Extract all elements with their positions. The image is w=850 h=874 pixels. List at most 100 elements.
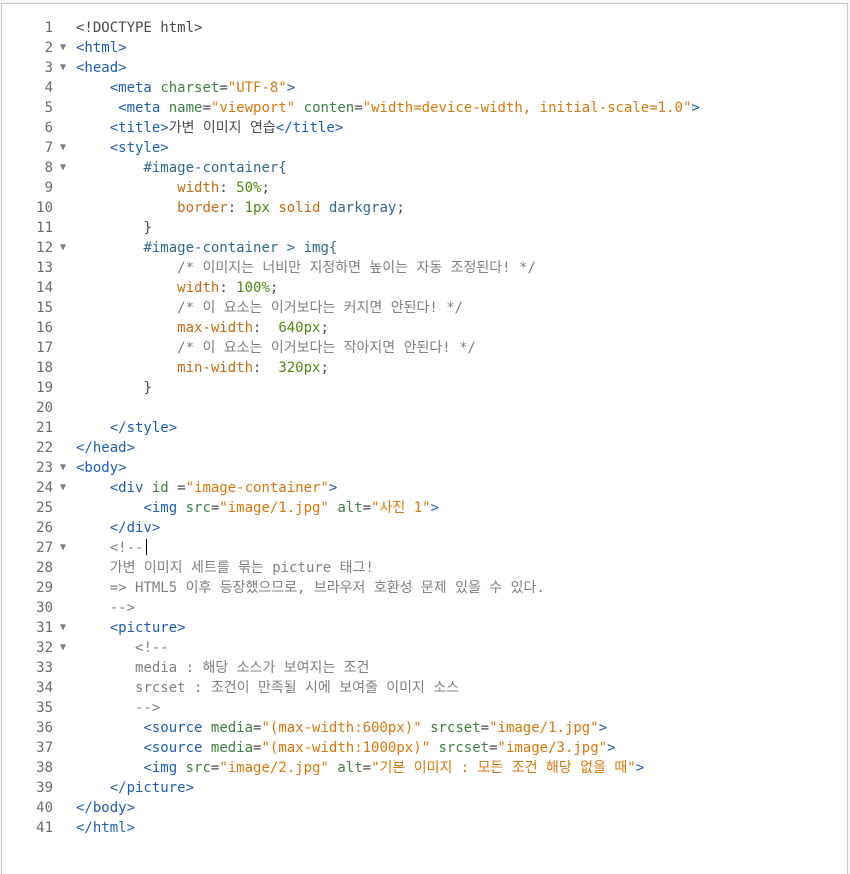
code-line[interactable]: 21 </style>	[2, 418, 847, 438]
code-text[interactable]: min-width: 320px;	[76, 358, 329, 378]
code-text[interactable]: </div>	[76, 518, 161, 538]
code-line[interactable]: 34 srcset : 조건이 만족될 시에 보여줄 이미지 소스	[2, 678, 847, 698]
code-line[interactable]: 10 border: 1px solid darkgray;	[2, 198, 847, 218]
code-text[interactable]: <body>	[76, 458, 127, 478]
code-line[interactable]: 29 => HTML5 이후 등장했으므로, 브라우저 호환성 문제 있을 수 …	[2, 578, 847, 598]
code-line[interactable]: 6 <title>가변 이미지 연습</title>	[2, 118, 847, 138]
code-line[interactable]: 9 width: 50%;	[2, 178, 847, 198]
fold-triangle-icon[interactable]: ▼	[57, 238, 69, 258]
code-text[interactable]: srcset : 조건이 만족될 시에 보여줄 이미지 소스	[76, 678, 459, 698]
code-editor[interactable]: 1 <!DOCTYPE html> 2 ▼ <html> 3 ▼ <head> 4 <meta …	[1, 3, 848, 874]
code-text[interactable]: }	[76, 218, 151, 238]
code-line[interactable]: 24 ▼ <div id ="image-container">	[2, 478, 847, 498]
code-text[interactable]: <style>	[76, 138, 169, 158]
code-token: <title>	[109, 120, 169, 136]
code-text[interactable]: border: 1px solid darkgray;	[76, 198, 405, 218]
code-line[interactable]: 37 <source media = "(max-width:1000px)" sr…	[2, 738, 847, 758]
code-line[interactable]: 1 <!DOCTYPE html>	[2, 18, 847, 38]
code-text[interactable]: => HTML5 이후 등장했으므로, 브라우저 호환성 문제 있을 수 있다.	[76, 578, 545, 598]
code-line[interactable]: 38 <img src="image/2.jpg" alt="기본 이미지 : …	[2, 758, 847, 778]
code-line[interactable]: 4 <meta charset="UTF-8">	[2, 78, 847, 98]
code-line[interactable]: 11 }	[2, 218, 847, 238]
code-line[interactable]: 17 /* 이 요소는 이거보다는 작아지면 안된다! */	[2, 338, 847, 358]
fold-triangle-icon[interactable]: ▼	[57, 458, 69, 478]
code-line[interactable]: 12 ▼ #image-container > img{	[2, 238, 847, 258]
code-text[interactable]: width: 100%;	[76, 278, 278, 298]
code-text[interactable]: -->	[76, 698, 160, 718]
code-text[interactable]: <img src="image/2.jpg" alt="기본 이미지 : 모든 …	[76, 758, 644, 778]
code-text[interactable]: <meta charset="UTF-8">	[76, 78, 296, 98]
fold-triangle-icon[interactable]: ▼	[57, 538, 69, 558]
code-text[interactable]: </html>	[76, 818, 135, 838]
code-line[interactable]: 7 ▼ <style>	[2, 138, 847, 158]
code-text[interactable]: <html>	[76, 38, 127, 58]
code-text[interactable]: </style>	[76, 418, 177, 438]
code-text[interactable]: </picture>	[76, 778, 194, 798]
code-text[interactable]: <meta name="viewport" conten="width=devi…	[76, 98, 700, 118]
code-line[interactable]: 35 -->	[2, 698, 847, 718]
code-line[interactable]: 26 </div>	[2, 518, 847, 538]
fold-triangle-icon[interactable]: ▼	[57, 618, 69, 638]
code-line[interactable]: 19 }	[2, 378, 847, 398]
code-line[interactable]: 31 ▼ <picture>	[2, 618, 847, 638]
code-line[interactable]: 18 min-width: 320px;	[2, 358, 847, 378]
code-line[interactable]: 20	[2, 398, 847, 418]
code-text[interactable]: }	[76, 378, 151, 398]
code-line[interactable]: 23 ▼ <body>	[2, 458, 847, 478]
fold-triangle-icon[interactable]: ▼	[57, 158, 69, 178]
code-text[interactable]: <!--	[76, 638, 169, 658]
code-token: "image/1.jpg"	[219, 500, 329, 516]
code-text[interactable]: -->	[76, 598, 135, 618]
code-line[interactable]: 25 <img src="image/1.jpg" alt="사진 1">	[2, 498, 847, 518]
code-line[interactable]: 33 media : 해당 소스가 보여지는 조건	[2, 658, 847, 678]
code-line[interactable]: 22 </head>	[2, 438, 847, 458]
code-token: ;	[261, 180, 270, 196]
code-text[interactable]: /* 이 요소는 이거보다는 작아지면 안된다! */	[76, 338, 476, 358]
code-text[interactable]: <div id ="image-container">	[76, 478, 338, 498]
code-text[interactable]: <source media = "(max-width:1000px)" srcse…	[76, 738, 615, 758]
fold-triangle-icon[interactable]: ▼	[57, 638, 69, 658]
code-line[interactable]: 30 -->	[2, 598, 847, 618]
code-line[interactable]: 16 max-width: 640px;	[2, 318, 847, 338]
code-line[interactable]: 32 ▼ <!--	[2, 638, 847, 658]
code-text[interactable]: #image-container{	[76, 158, 286, 178]
fold-triangle-icon[interactable]: ▼	[57, 138, 69, 158]
code-text[interactable]: media : 해당 소스가 보여지는 조건	[76, 658, 369, 678]
code-text[interactable]: <title>가변 이미지 연습</title>	[76, 118, 343, 138]
code-text[interactable]: <img src="image/1.jpg" alt="사진 1">	[76, 498, 439, 518]
code-text[interactable]: 가변 이미지 세트를 묶는 picture 태그!	[76, 558, 374, 578]
code-line[interactable]: 40 </body>	[2, 798, 847, 818]
code-token: "image/3.jpg"	[497, 740, 608, 756]
code-text[interactable]: #image-container > img{	[76, 238, 337, 258]
code-text[interactable]: <picture>	[76, 618, 186, 638]
fold-triangle-icon[interactable]: ▼	[57, 58, 69, 78]
code-line[interactable]: 39 </picture>	[2, 778, 847, 798]
code-line[interactable]: 41 </html>	[2, 818, 847, 838]
code-text[interactable]: <head>	[76, 58, 127, 78]
code-token: <style>	[109, 140, 169, 156]
code-line[interactable]: 3 ▼ <head>	[2, 58, 847, 78]
code-text[interactable]: <source media = "(max-width:600px)" srcset…	[76, 718, 607, 738]
code-lines[interactable]: 1 <!DOCTYPE html> 2 ▼ <html> 3 ▼ <head> 4 <meta …	[2, 18, 847, 838]
code-line[interactable]: 27 ▼ <!--	[2, 538, 847, 558]
fold-triangle-icon[interactable]: ▼	[57, 478, 69, 498]
code-line[interactable]: 8 ▼ #image-container{	[2, 158, 847, 178]
code-text[interactable]: /* 이미지는 너비만 지정하면 높이는 자동 조정된다! */	[76, 258, 536, 278]
code-text[interactable]: <!DOCTYPE html>	[76, 18, 202, 38]
code-line[interactable]: 2 ▼ <html>	[2, 38, 847, 58]
code-text[interactable]: max-width: 640px;	[76, 318, 329, 338]
code-text[interactable]: /* 이 요소는 이거보다는 커지면 안된다! */	[76, 298, 463, 318]
code-line[interactable]: 28 가변 이미지 세트를 묶는 picture 태그!	[2, 558, 847, 578]
fold-triangle-icon[interactable]: ▼	[57, 38, 69, 58]
code-line[interactable]: 36 <source media = "(max-width:600px)" src…	[2, 718, 847, 738]
code-text[interactable]: </head>	[76, 438, 135, 458]
code-text[interactable]: <!--	[76, 538, 148, 558]
code-line[interactable]: 5 <meta name="viewport" conten="width=de…	[2, 98, 847, 118]
code-line[interactable]: 15 /* 이 요소는 이거보다는 커지면 안된다! */	[2, 298, 847, 318]
code-line[interactable]: 14 width: 100%;	[2, 278, 847, 298]
code-text[interactable]: width: 50%;	[76, 178, 270, 198]
code-line[interactable]: 13 /* 이미지는 너비만 지정하면 높이는 자동 조정된다! */	[2, 258, 847, 278]
code-text[interactable]: </body>	[76, 798, 135, 818]
line-number: 5	[44, 100, 53, 116]
